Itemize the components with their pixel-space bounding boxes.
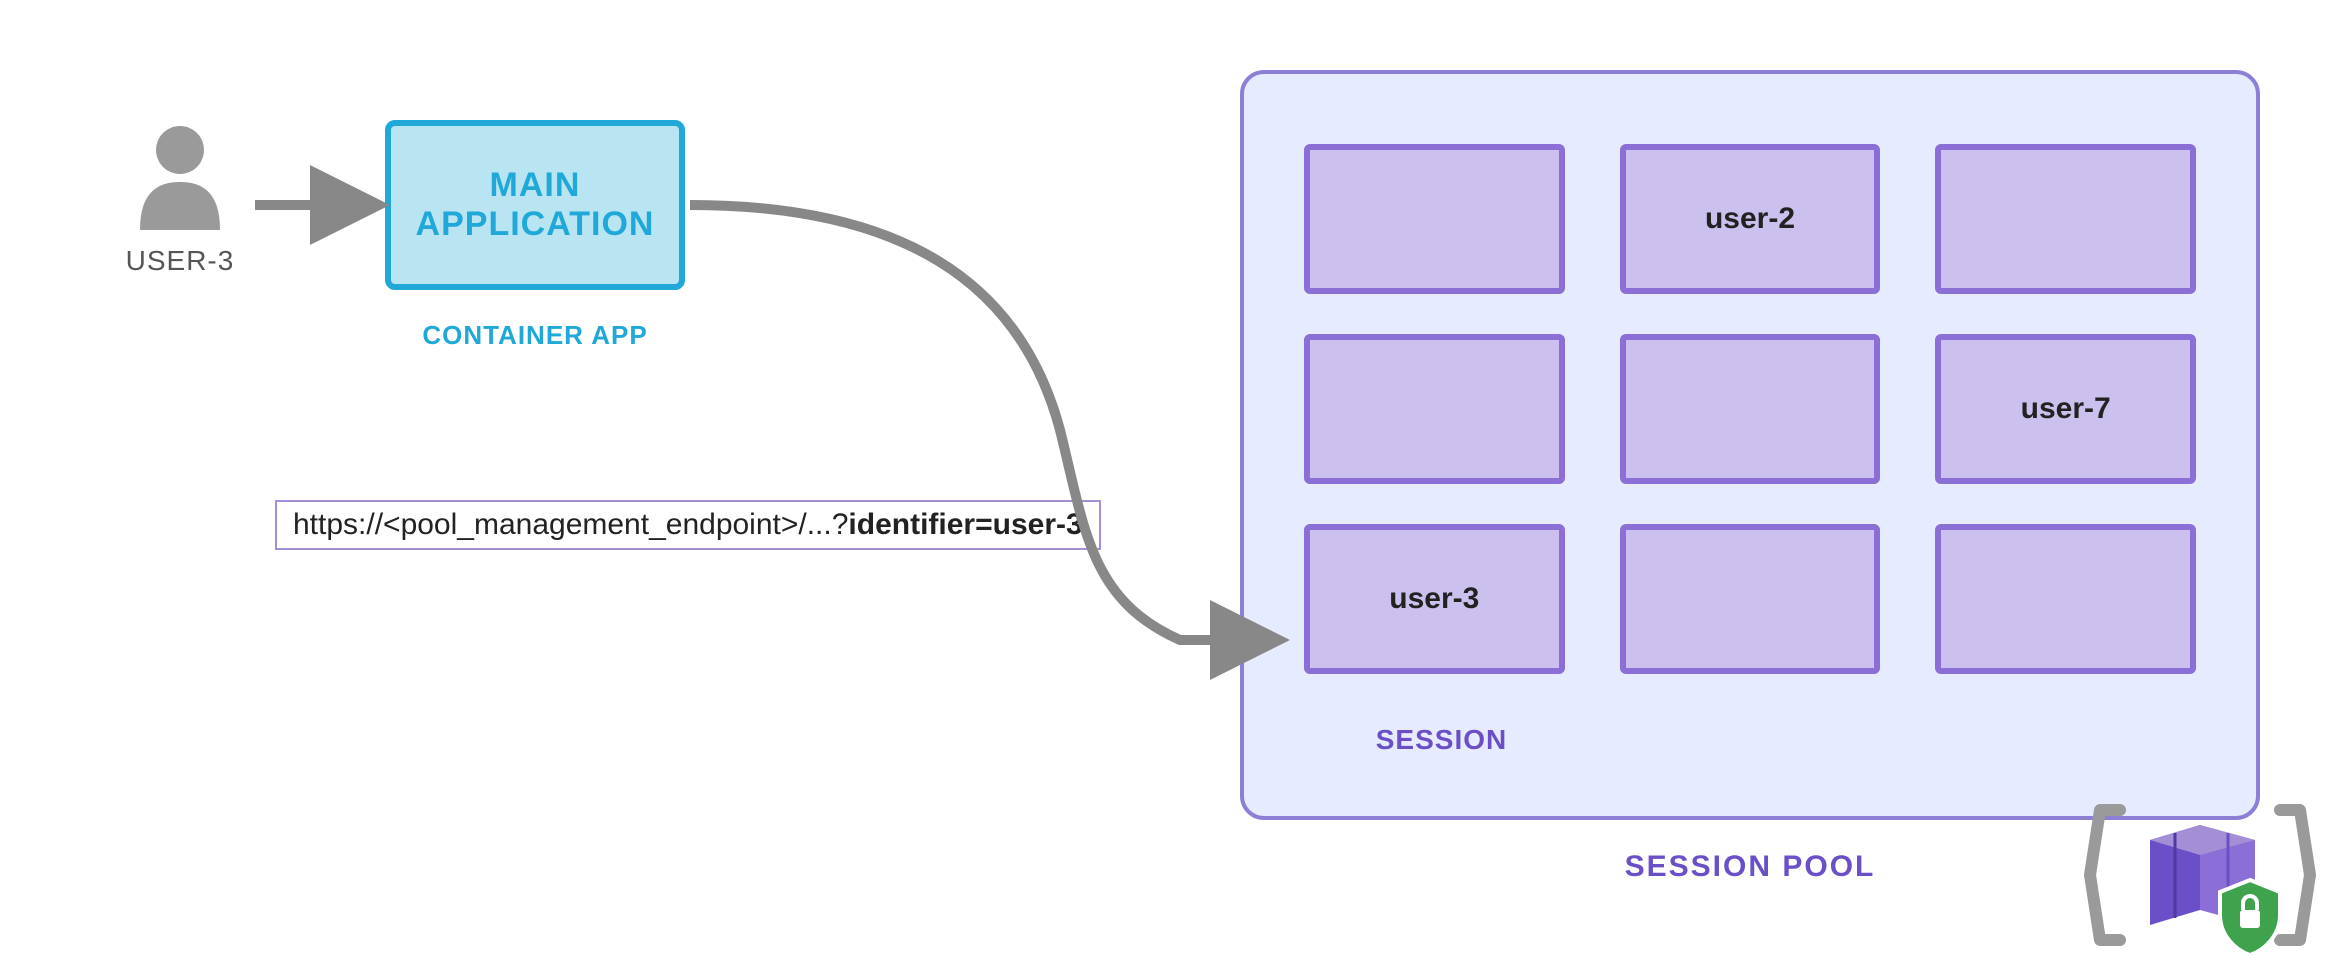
arrow-app-to-session [690, 205, 1270, 640]
user-icon [130, 120, 230, 230]
container-app-label: CONTAINER APP [385, 320, 685, 351]
session-cell: user-2 [1620, 144, 1881, 294]
session-cell [1620, 524, 1881, 674]
session-grid: user-2 user-7 user-3 [1304, 144, 2196, 674]
main-application-title: MAIN APPLICATION [416, 166, 655, 244]
app-title-line1: MAIN [490, 166, 581, 204]
url-identifier: identifier=user-3 [848, 508, 1082, 541]
main-application-box: MAIN APPLICATION [385, 120, 685, 290]
session-pool-label: SESSION POOL [1240, 850, 2260, 884]
session-cell: user-7 [1935, 334, 2196, 484]
user-block: USER-3 [115, 120, 245, 277]
session-cell [1935, 144, 2196, 294]
session-cell [1620, 334, 1881, 484]
url-prefix: https://<pool_management_endpoint>/...? [293, 508, 848, 541]
session-cell [1304, 334, 1565, 484]
session-label: SESSION [1244, 724, 1639, 756]
app-title-line2: APPLICATION [416, 205, 655, 243]
user-label: USER-3 [115, 245, 245, 277]
endpoint-url: https://<pool_management_endpoint>/...?i… [275, 500, 1101, 550]
session-cell [1935, 524, 2196, 674]
session-cell: user-3 [1304, 524, 1565, 674]
session-pool: user-2 user-7 user-3 SESSION [1240, 70, 2260, 820]
session-cell [1304, 144, 1565, 294]
